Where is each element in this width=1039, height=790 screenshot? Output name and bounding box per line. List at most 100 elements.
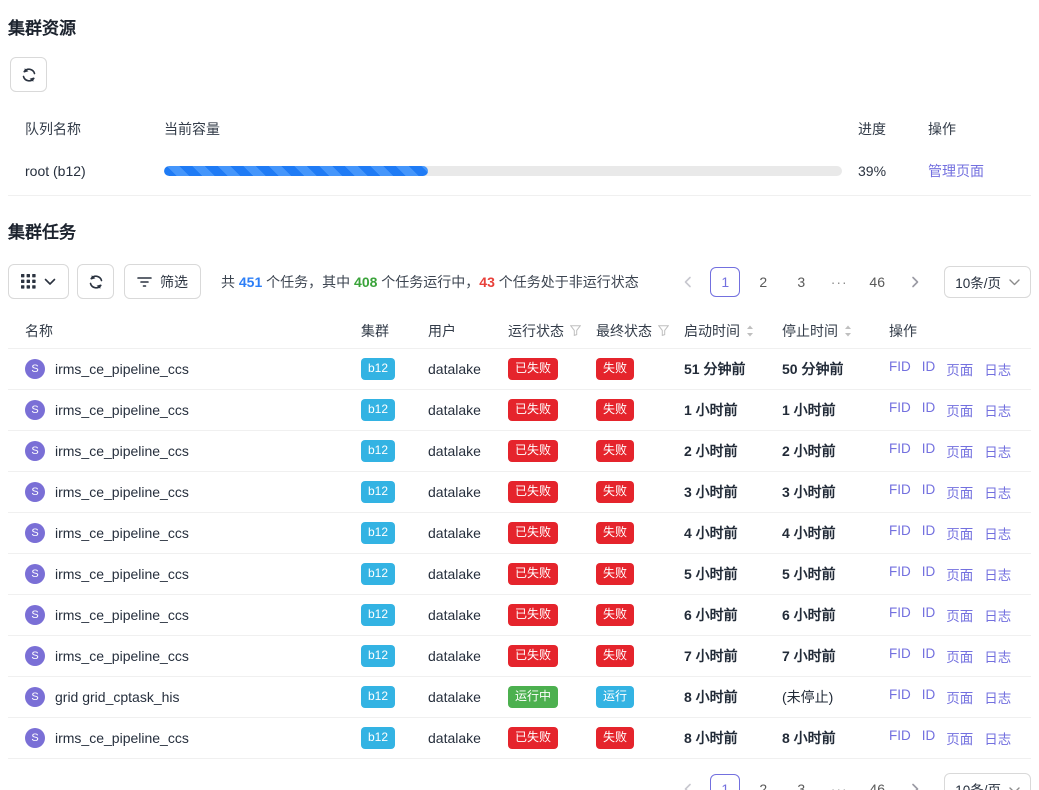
page-link[interactable]: 页面 (946, 359, 973, 379)
log-link[interactable]: 日志 (984, 687, 1011, 707)
run-status-badge: 已失败 (508, 440, 558, 462)
page-link[interactable]: 页面 (946, 482, 973, 502)
page-link[interactable]: 页面 (946, 441, 973, 461)
task-user: datalake (428, 443, 508, 459)
page-1[interactable]: 1 (710, 267, 740, 297)
final-status-cell: 失败 (596, 358, 684, 380)
log-link[interactable]: 日志 (984, 359, 1011, 379)
chevron-down-icon (1009, 782, 1020, 790)
manage-page-link[interactable]: 管理页面 (928, 163, 984, 179)
final-status-badge: 失败 (596, 727, 634, 749)
page-ellipsis[interactable]: ··· (824, 267, 854, 297)
page-link[interactable]: 页面 (946, 687, 973, 707)
task-name-cell: S irms_ce_pipeline_ccs (8, 646, 361, 666)
fid-link[interactable]: FID (889, 482, 911, 502)
log-link[interactable]: 日志 (984, 441, 1011, 461)
fid-link[interactable]: FID (889, 605, 911, 625)
filter-funnel-icon[interactable] (570, 325, 581, 336)
page-2[interactable]: 2 (748, 774, 778, 790)
task-name-cell: S irms_ce_pipeline_ccs (8, 523, 361, 543)
tasks-table-body: S irms_ce_pipeline_ccs b12 datalake 已失败 … (8, 349, 1031, 759)
page-link[interactable]: 页面 (946, 523, 973, 543)
page-2[interactable]: 2 (748, 267, 778, 297)
page-link[interactable]: 页面 (946, 605, 973, 625)
tasks-refresh-button[interactable] (77, 264, 114, 299)
id-link[interactable]: ID (922, 646, 936, 666)
id-link[interactable]: ID (922, 482, 936, 502)
stop-time: 3 小时前 (782, 482, 881, 502)
prev-page-icon[interactable] (672, 267, 702, 297)
fid-link[interactable]: FID (889, 646, 911, 666)
id-link[interactable]: ID (922, 564, 936, 584)
log-link[interactable]: 日志 (984, 728, 1011, 748)
id-link[interactable]: ID (922, 523, 936, 543)
fid-link[interactable]: FID (889, 564, 911, 584)
fid-link[interactable]: FID (889, 523, 911, 543)
final-status-cell: 失败 (596, 563, 684, 585)
task-name-cell: S irms_ce_pipeline_ccs (8, 564, 361, 584)
fid-link[interactable]: FID (889, 728, 911, 748)
prev-page-icon[interactable] (672, 774, 702, 790)
start-time: 6 小时前 (684, 605, 782, 625)
id-link[interactable]: ID (922, 441, 936, 461)
row-actions: FID ID 页面 日志 (881, 482, 1031, 502)
page-link[interactable]: 页面 (946, 564, 973, 584)
run-status-badge: 已失败 (508, 563, 558, 585)
resources-title: 集群资源 (8, 14, 1039, 39)
sort-icon[interactable] (844, 325, 852, 337)
fid-link[interactable]: FID (889, 400, 911, 420)
id-link[interactable]: ID (922, 400, 936, 420)
page-size-value: 10条/页 (955, 779, 1001, 790)
resources-refresh-button[interactable] (10, 57, 47, 92)
table-row: S grid grid_cptask_his b12 datalake 运行中 … (8, 677, 1031, 718)
next-page-icon[interactable] (900, 774, 930, 790)
task-name: irms_ce_pipeline_ccs (55, 566, 189, 582)
next-page-icon[interactable] (900, 267, 930, 297)
page-3[interactable]: 3 (786, 774, 816, 790)
cluster-cell: b12 (361, 399, 428, 421)
cluster-cell: b12 (361, 563, 428, 585)
table-row: S irms_ce_pipeline_ccs b12 datalake 已失败 … (8, 431, 1031, 472)
page: 集群资源 队列名称 当前容量 进度 操作 root (b12) (0, 0, 1039, 790)
fid-link[interactable]: FID (889, 359, 911, 379)
page-link[interactable]: 页面 (946, 728, 973, 748)
id-link[interactable]: ID (922, 359, 936, 379)
sort-icon[interactable] (746, 325, 754, 337)
row-actions: FID ID 页面 日志 (881, 687, 1031, 707)
final-status-cell: 失败 (596, 481, 684, 503)
page-size-select[interactable]: 10条/页 (944, 773, 1031, 790)
log-link[interactable]: 日志 (984, 564, 1011, 584)
id-link[interactable]: ID (922, 687, 936, 707)
avatar: S (25, 400, 45, 420)
filter-funnel-icon[interactable] (658, 325, 669, 336)
cluster-badge: b12 (361, 604, 395, 626)
page-link[interactable]: 页面 (946, 646, 973, 666)
filter-button[interactable]: 筛选 (124, 264, 201, 299)
id-link[interactable]: ID (922, 605, 936, 625)
page-46[interactable]: 46 (862, 774, 892, 790)
log-link[interactable]: 日志 (984, 482, 1011, 502)
col-cluster: 集群 (361, 321, 428, 341)
log-link[interactable]: 日志 (984, 605, 1011, 625)
id-link[interactable]: ID (922, 728, 936, 748)
page-3[interactable]: 3 (786, 267, 816, 297)
task-name: irms_ce_pipeline_ccs (55, 730, 189, 746)
page-1[interactable]: 1 (710, 774, 740, 790)
fid-link[interactable]: FID (889, 441, 911, 461)
log-link[interactable]: 日志 (984, 400, 1011, 420)
page-size-select[interactable]: 10条/页 (944, 266, 1031, 298)
log-link[interactable]: 日志 (984, 523, 1011, 543)
cluster-badge: b12 (361, 522, 395, 544)
final-status-cell: 运行 (596, 686, 684, 708)
cluster-badge: b12 (361, 645, 395, 667)
task-user: datalake (428, 648, 508, 664)
page-link[interactable]: 页面 (946, 400, 973, 420)
columns-dropdown-button[interactable] (8, 264, 69, 299)
page-46[interactable]: 46 (862, 267, 892, 297)
run-status-badge: 已失败 (508, 727, 558, 749)
cluster-badge: b12 (361, 686, 395, 708)
fid-link[interactable]: FID (889, 687, 911, 707)
log-link[interactable]: 日志 (984, 646, 1011, 666)
queue-name: root (b12) (25, 163, 148, 179)
page-ellipsis[interactable]: ··· (824, 774, 854, 790)
